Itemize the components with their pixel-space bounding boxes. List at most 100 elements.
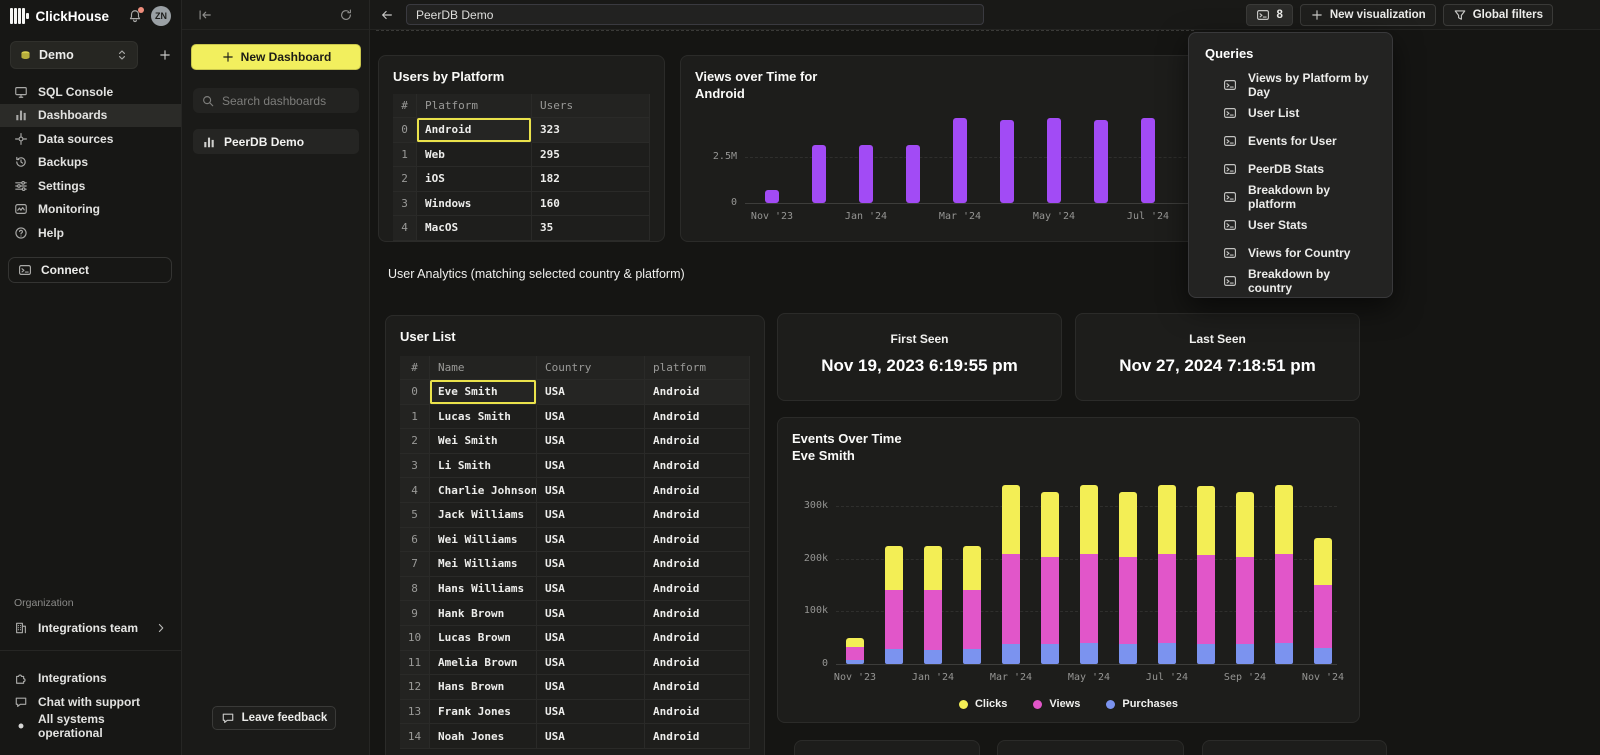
- query-menu-item[interactable]: Events for User: [1189, 127, 1392, 155]
- events-bar-segment-purchases[interactable]: [846, 660, 864, 664]
- events-bar-segment-views[interactable]: [1275, 554, 1293, 643]
- table-row[interactable]: 1Web295: [393, 143, 651, 168]
- table-cell[interactable]: 35: [532, 216, 650, 241]
- table-row[interactable]: 9Hank BrownUSAAndroid: [400, 601, 751, 626]
- refresh-button[interactable]: [339, 8, 353, 22]
- table-cell[interactable]: 160: [532, 192, 650, 217]
- new-visualization-button[interactable]: New visualization: [1300, 4, 1436, 26]
- table-cell[interactable]: iOS: [417, 167, 532, 192]
- table-cell[interactable]: Charlie Johnson: [430, 478, 537, 503]
- avatar[interactable]: ZN: [151, 6, 171, 26]
- events-bar-segment-clicks[interactable]: [1197, 486, 1215, 554]
- views-bar[interactable]: [906, 145, 920, 203]
- events-bar-segment-views[interactable]: [1158, 554, 1176, 643]
- events-bar-segment-purchases[interactable]: [924, 650, 942, 664]
- table-cell[interactable]: Android: [645, 380, 750, 405]
- events-bar-segment-purchases[interactable]: [1197, 644, 1215, 664]
- table-cell[interactable]: Android: [645, 552, 750, 577]
- events-bar-segment-views[interactable]: [963, 590, 981, 649]
- table-cell[interactable]: Hans Brown: [430, 675, 537, 700]
- table-cell[interactable]: 8: [400, 577, 430, 602]
- organization-team-selector[interactable]: Integrations team: [0, 616, 182, 640]
- table-cell[interactable]: Android: [645, 601, 750, 626]
- table-cell[interactable]: Lucas Brown: [430, 626, 537, 651]
- events-bar-segment-purchases[interactable]: [963, 649, 981, 664]
- query-menu-item[interactable]: User Stats: [1189, 211, 1392, 239]
- table-row[interactable]: 5Jack WilliamsUSAAndroid: [400, 503, 751, 528]
- query-menu-item[interactable]: Breakdown by country: [1189, 267, 1392, 295]
- views-bar[interactable]: [812, 145, 826, 203]
- table-cell[interactable]: Android: [645, 626, 750, 651]
- table-row[interactable]: 12Hans BrownUSAAndroid: [400, 675, 751, 700]
- table-row[interactable]: 0Eve SmithUSAAndroid: [400, 380, 751, 405]
- events-bar-segment-views[interactable]: [924, 590, 942, 649]
- table-row[interactable]: 7Mei WilliamsUSAAndroid: [400, 552, 751, 577]
- table-cell[interactable]: Wei Williams: [430, 528, 537, 553]
- table-cell[interactable]: Hank Brown: [430, 601, 537, 626]
- events-bar-segment-views[interactable]: [1314, 585, 1332, 648]
- table-cell[interactable]: 1: [400, 405, 430, 430]
- sidebar-footer-item-chat-with-support[interactable]: Chat with support: [0, 690, 181, 714]
- table-cell[interactable]: USA: [537, 429, 645, 454]
- events-bar-segment-purchases[interactable]: [1275, 643, 1293, 664]
- events-bar-segment-views[interactable]: [1197, 555, 1215, 644]
- table-cell[interactable]: 295: [532, 143, 650, 168]
- table-cell[interactable]: Android: [645, 651, 750, 676]
- table-cell[interactable]: 13: [400, 700, 430, 725]
- table-cell[interactable]: Eve Smith: [430, 380, 537, 405]
- table-row[interactable]: 11Amelia BrownUSAAndroid: [400, 651, 751, 676]
- table-cell[interactable]: 3: [393, 192, 417, 217]
- table-cell[interactable]: Android: [645, 700, 750, 725]
- events-bar-segment-views[interactable]: [885, 590, 903, 649]
- table-cell[interactable]: USA: [537, 478, 645, 503]
- sidebar-footer-item-integrations[interactable]: Integrations: [0, 666, 181, 690]
- table-cell[interactable]: Windows: [417, 192, 532, 217]
- collapse-panel-button[interactable]: [198, 8, 212, 22]
- table-row[interactable]: 3Windows160: [393, 192, 651, 217]
- table-cell[interactable]: 4: [400, 478, 430, 503]
- table-row[interactable]: 14Noah JonesUSAAndroid: [400, 724, 751, 749]
- sidebar-item-monitoring[interactable]: Monitoring: [0, 198, 181, 222]
- workspace-selector[interactable]: Demo: [10, 41, 138, 69]
- table-cell[interactable]: USA: [537, 454, 645, 479]
- table-cell[interactable]: Android: [645, 528, 750, 553]
- table-cell[interactable]: 182: [532, 167, 650, 192]
- table-cell[interactable]: 9: [400, 601, 430, 626]
- table-cell[interactable]: USA: [537, 503, 645, 528]
- events-bar-segment-clicks[interactable]: [1002, 485, 1020, 553]
- table-cell[interactable]: Lucas Smith: [430, 405, 537, 430]
- table-cell[interactable]: 6: [400, 528, 430, 553]
- table-cell[interactable]: Android: [645, 577, 750, 602]
- events-bar-segment-clicks[interactable]: [1314, 538, 1332, 585]
- table-cell[interactable]: Android: [645, 429, 750, 454]
- table-cell[interactable]: Frank Jones: [430, 700, 537, 725]
- dashboard-list-item[interactable]: PeerDB Demo: [193, 129, 359, 154]
- events-bar-segment-clicks[interactable]: [1041, 492, 1059, 557]
- events-bar-segment-views[interactable]: [1002, 554, 1020, 644]
- connect-button[interactable]: Connect: [8, 257, 172, 283]
- events-bar-segment-clicks[interactable]: [846, 638, 864, 647]
- table-cell[interactable]: Mei Williams: [430, 552, 537, 577]
- table-cell[interactable]: Hans Williams: [430, 577, 537, 602]
- events-bar-segment-clicks[interactable]: [885, 546, 903, 591]
- table-cell[interactable]: Android: [645, 405, 750, 430]
- table-cell[interactable]: USA: [537, 675, 645, 700]
- table-cell[interactable]: 7: [400, 552, 430, 577]
- query-menu-item[interactable]: User List: [1189, 99, 1392, 127]
- table-cell[interactable]: USA: [537, 380, 645, 405]
- table-cell[interactable]: Android: [645, 724, 750, 749]
- table-cell[interactable]: 323: [532, 118, 650, 143]
- sidebar-item-sql-console[interactable]: SQL Console: [0, 80, 181, 104]
- table-cell[interactable]: 5: [400, 503, 430, 528]
- notifications-button[interactable]: [128, 9, 142, 23]
- events-bar-segment-purchases[interactable]: [1080, 643, 1098, 664]
- table-cell[interactable]: 3: [400, 454, 430, 479]
- table-cell[interactable]: 0: [400, 380, 430, 405]
- sidebar-item-data-sources[interactable]: Data sources: [0, 127, 181, 151]
- events-bar-segment-clicks[interactable]: [963, 546, 981, 591]
- events-bar-segment-views[interactable]: [846, 647, 864, 660]
- back-button[interactable]: [380, 8, 394, 22]
- views-bar[interactable]: [1047, 118, 1061, 203]
- table-cell[interactable]: USA: [537, 552, 645, 577]
- new-dashboard-button[interactable]: New Dashboard: [191, 44, 361, 70]
